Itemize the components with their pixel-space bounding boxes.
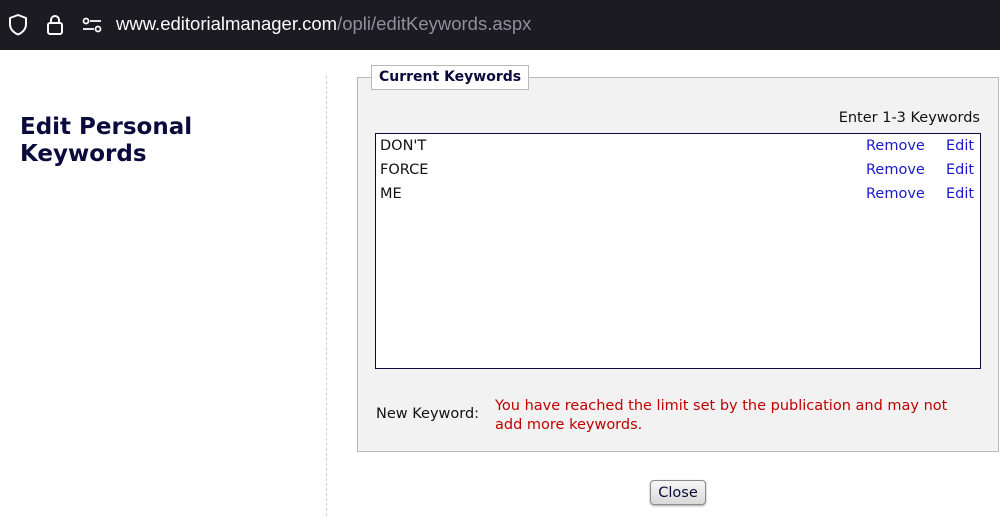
edit-keyword-link[interactable]: Edit — [946, 186, 974, 202]
remove-keyword-link[interactable]: Remove — [866, 138, 925, 154]
url-domain: www.editorialmanager.com — [116, 13, 338, 34]
shield-icon[interactable] — [5, 12, 31, 38]
new-keyword-label: New Keyword: — [376, 406, 480, 422]
lock-icon[interactable] — [42, 12, 68, 38]
keyword-limit-message: You have reached the limit set by the pu… — [495, 398, 948, 433]
close-button[interactable]: Close — [650, 480, 706, 505]
keyword-count-hint: Enter 1-3 Keywords — [838, 110, 980, 126]
keyword-row: ME Remove Edit — [376, 182, 980, 206]
url-path: /opli/editKeywords.aspx — [337, 13, 532, 34]
edit-keyword-link[interactable]: Edit — [946, 162, 974, 178]
remove-keyword-link[interactable]: Remove — [866, 162, 925, 178]
page-permissions-icon[interactable] — [79, 12, 105, 38]
keyword-text: DON'T — [380, 138, 427, 154]
keyword-list: DON'T Remove Edit FORCE Remove Edit ME R… — [375, 133, 981, 369]
column-divider — [326, 76, 327, 516]
edit-keyword-link[interactable]: Edit — [946, 138, 974, 154]
keyword-text: ME — [380, 186, 402, 202]
keyword-row: DON'T Remove Edit — [376, 134, 980, 158]
browser-address-bar: www.editorialmanager.com/opli/editKeywor… — [0, 0, 1000, 50]
page-title: Edit Personal Keywords — [20, 114, 193, 167]
panel-legend: Current Keywords — [371, 65, 530, 90]
url-text[interactable]: www.editorialmanager.com/opli/editKeywor… — [116, 13, 531, 35]
keyword-text: FORCE — [380, 162, 429, 178]
remove-keyword-link[interactable]: Remove — [866, 186, 925, 202]
keyword-row: FORCE Remove Edit — [376, 158, 980, 182]
